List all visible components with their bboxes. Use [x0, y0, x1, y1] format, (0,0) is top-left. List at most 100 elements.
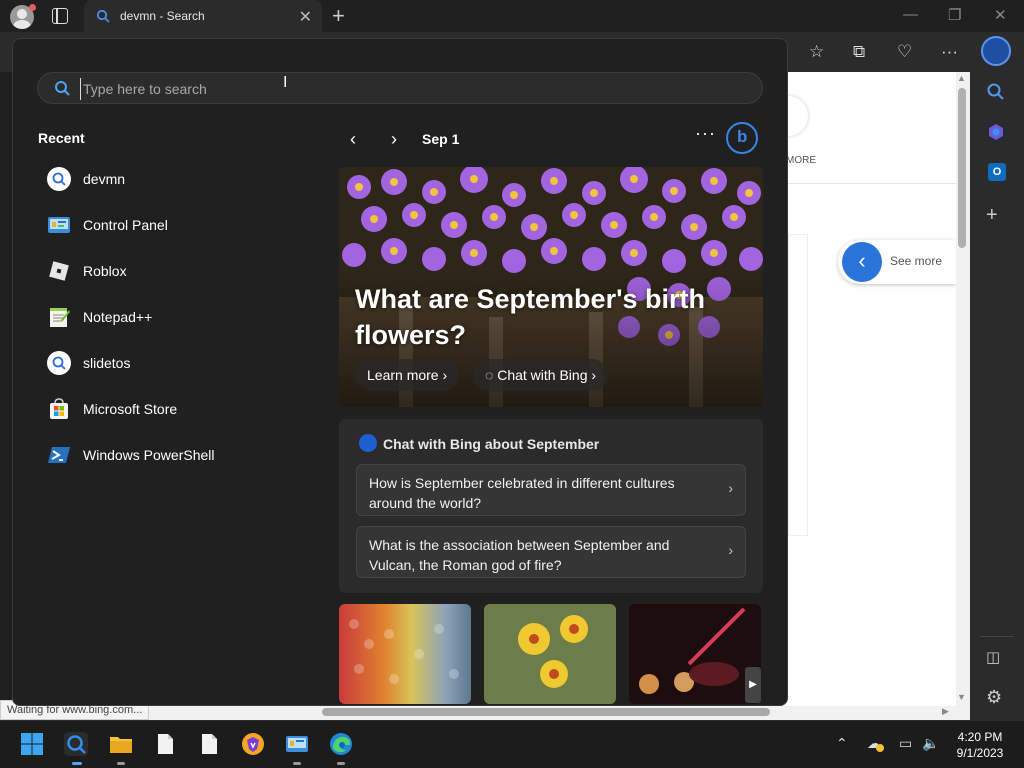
- learn-more-button[interactable]: Learn more ›: [355, 359, 460, 391]
- clock[interactable]: 4:20 PM 9/1/2023: [944, 729, 1016, 761]
- violin-image: [629, 604, 761, 704]
- recent-item-label: slidetos: [83, 355, 131, 371]
- notification-dot: [29, 4, 36, 11]
- learn-more-label: Learn more: [367, 367, 439, 383]
- tab-actions-icon[interactable]: [52, 8, 68, 24]
- brave-shield-icon[interactable]: [241, 732, 265, 756]
- bing-copilot-icon[interactable]: [981, 36, 1011, 66]
- document-icon[interactable]: [153, 732, 177, 756]
- chat-with-bing-button[interactable]: ◌ Chat with Bing ›: [473, 359, 609, 391]
- warning-badge-icon: [876, 744, 884, 752]
- tab-bar: devmn - Search ✕ + — ❐ ✕: [0, 0, 1024, 32]
- hide-sidebar-icon[interactable]: ◫: [986, 648, 1000, 666]
- active-indicator: [72, 762, 82, 765]
- hero-title[interactable]: What are September's birth flowers?: [355, 281, 735, 353]
- search-icon: [47, 167, 71, 191]
- recent-item-slidetos[interactable]: slidetos: [39, 343, 309, 383]
- notepad-plus-plus-icon: [50, 308, 70, 327]
- search-input[interactable]: [80, 78, 680, 100]
- text-cursor-icon: I: [283, 74, 288, 91]
- network-icon[interactable]: ▭: [899, 735, 912, 752]
- see-more-label[interactable]: See more: [890, 254, 942, 268]
- close-window-icon[interactable]: ✕: [994, 6, 1007, 24]
- minimize-icon[interactable]: —: [903, 6, 918, 23]
- gemstones-image: [349, 619, 459, 684]
- recent-item-windows-powershell[interactable]: Windows PowerShell: [39, 435, 309, 475]
- divider: [786, 183, 956, 184]
- favorites-icon[interactable]: ☆: [809, 42, 824, 62]
- recent-heading: Recent: [38, 130, 85, 146]
- highlight-date: Sep 1: [422, 131, 460, 147]
- outlook-icon[interactable]: O: [988, 163, 1006, 181]
- running-indicator: [337, 762, 345, 765]
- copilot-icon[interactable]: [986, 122, 1006, 142]
- recent-item-label: devmn: [83, 171, 126, 187]
- recent-item-label: Notepad++: [83, 309, 153, 325]
- recent-item-microsoft-store[interactable]: Microsoft Store: [39, 389, 309, 429]
- chat-bubble-icon: ◌: [485, 367, 498, 383]
- recent-item-label: Control Panel: [83, 217, 168, 233]
- thumbnail-lilies[interactable]: [484, 604, 616, 704]
- bing-logo-icon[interactable]: b: [726, 122, 758, 154]
- collections-icon[interactable]: ⧉: [853, 42, 865, 62]
- search-box[interactable]: [37, 72, 763, 104]
- chevron-right-icon: ›: [442, 367, 448, 383]
- search-icon[interactable]: [986, 82, 1006, 102]
- sidebar-divider: [980, 636, 1014, 637]
- edge-browser-icon[interactable]: [329, 732, 353, 756]
- scroll-down-icon[interactable]: ▼: [957, 692, 966, 702]
- volume-icon[interactable]: 🔈: [922, 735, 939, 752]
- chat-question[interactable]: What is the association between Septembe…: [356, 526, 746, 578]
- more-options-icon[interactable]: ···: [941, 42, 958, 62]
- show-hidden-icons[interactable]: ⌃: [836, 735, 848, 752]
- next-day-icon[interactable]: ›: [391, 129, 397, 150]
- chevron-left-icon[interactable]: ‹: [842, 242, 882, 282]
- chat-with-bing-label: Chat with Bing: [497, 367, 588, 383]
- windows-start-icon[interactable]: [20, 732, 44, 756]
- document-icon[interactable]: [197, 732, 221, 756]
- recent-item-label: Roblox: [83, 263, 127, 279]
- add-icon[interactable]: +: [986, 204, 998, 227]
- browser-essentials-icon[interactable]: ♡: [897, 42, 912, 62]
- search-flyout: I Recent devmn Control Panel Roblox Note…: [12, 38, 788, 706]
- chat-card: Chat with Bing about September How is Se…: [339, 419, 763, 593]
- chat-question-text: What is the association between Septembe…: [369, 537, 670, 573]
- hero-card[interactable]: What are September's birth flowers? Lear…: [339, 167, 763, 407]
- thumbnail-violin[interactable]: [629, 604, 761, 704]
- clock-date: 9/1/2023: [956, 746, 1004, 760]
- more-options-icon[interactable]: ···: [695, 123, 716, 144]
- vertical-scroll-thumb[interactable]: [958, 88, 966, 248]
- recent-item-control-panel[interactable]: Control Panel: [39, 205, 309, 245]
- more-label[interactable]: MORE: [786, 155, 816, 166]
- chat-card-title: Chat with Bing about September: [383, 436, 600, 452]
- chat-question[interactable]: How is September celebrated in different…: [356, 464, 746, 516]
- recent-item-devmn[interactable]: devmn: [39, 159, 309, 199]
- scroll-right-icon[interactable]: ▶: [745, 667, 761, 703]
- scroll-up-icon[interactable]: ▲: [957, 73, 966, 83]
- clock-time: 4:20 PM: [957, 730, 1003, 744]
- restore-icon[interactable]: ❐: [948, 6, 961, 24]
- file-explorer-icon[interactable]: [109, 732, 133, 756]
- browser-tab[interactable]: devmn - Search ✕: [84, 0, 322, 32]
- thumbnail-gems[interactable]: [339, 604, 471, 704]
- chevron-right-icon: ›: [728, 480, 733, 496]
- horizontal-scroll-thumb[interactable]: [322, 708, 770, 716]
- chevron-right-icon: ›: [728, 542, 733, 558]
- microsoft-store-icon: [50, 398, 68, 419]
- new-tab-icon[interactable]: +: [332, 3, 345, 29]
- previous-day-icon[interactable]: ‹: [350, 129, 356, 150]
- control-panel-icon: [48, 217, 70, 233]
- recent-item-notepad-plus-plus[interactable]: Notepad++: [39, 297, 309, 337]
- recent-item-roblox[interactable]: Roblox: [39, 251, 309, 291]
- search-icon: [96, 9, 110, 23]
- scroll-right-icon[interactable]: ▶: [942, 706, 949, 717]
- recent-item-label: Microsoft Store: [83, 401, 178, 417]
- chevron-right-icon: ›: [591, 367, 597, 383]
- close-tab-icon[interactable]: ✕: [299, 7, 312, 27]
- running-indicator: [293, 762, 301, 765]
- roblox-icon: [49, 261, 69, 281]
- powershell-icon: [48, 447, 70, 463]
- gear-icon[interactable]: ⚙: [986, 687, 1002, 708]
- search-icon[interactable]: [64, 732, 88, 756]
- control-panel-icon[interactable]: [285, 732, 309, 756]
